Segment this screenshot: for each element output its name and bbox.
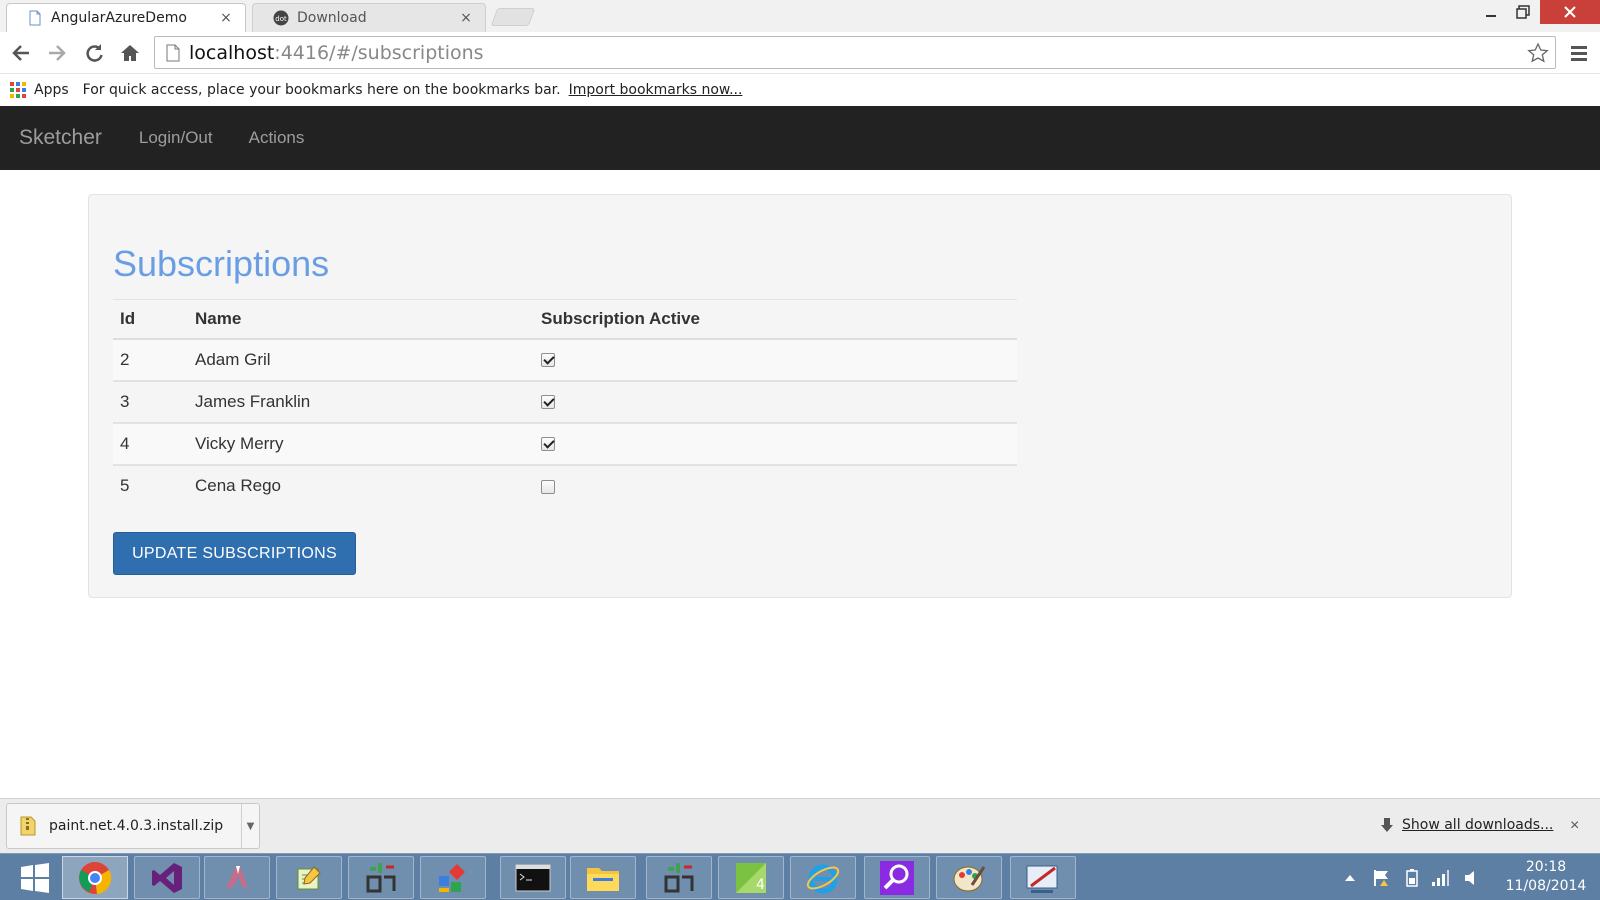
zip-file-icon — [20, 816, 36, 836]
action-center-flag-icon[interactable] — [1372, 854, 1392, 900]
download-menu-chevron-icon[interactable]: ▼ — [241, 804, 259, 848]
header-id: Id — [113, 299, 188, 340]
reload-icon[interactable] — [82, 41, 106, 65]
table-header-row: Id Name Subscription Active — [113, 299, 1017, 340]
app-navbar: Sketcher Login/Out Actions — [0, 106, 1600, 170]
visual-studio-icon[interactable] — [134, 856, 200, 899]
tool-icon[interactable] — [348, 856, 414, 899]
show-all-downloads-link[interactable]: Show all downloads... — [1402, 817, 1553, 833]
download-item[interactable]: paint.net.4.0.3.install.zip ▼ — [6, 803, 260, 849]
nav-actions[interactable]: Actions — [249, 128, 305, 148]
battery-icon[interactable] — [1402, 854, 1422, 900]
star-icon[interactable] — [1527, 42, 1549, 64]
address-path: :4416/#/subscriptions — [274, 41, 484, 64]
chrome-icon[interactable] — [62, 856, 128, 899]
subscription-checkbox[interactable] — [541, 479, 555, 494]
cell-name: Vicky Merry — [188, 422, 534, 466]
cell-name: Adam Gril — [188, 338, 534, 382]
notepad-icon[interactable] — [276, 856, 342, 899]
import-bookmarks-link[interactable]: Import bookmarks now... — [569, 82, 743, 98]
cell-name: James Franklin — [188, 380, 534, 424]
volume-icon[interactable] — [1462, 854, 1482, 900]
search-tool-icon[interactable] — [864, 856, 930, 899]
header-subscription-active: Subscription Active — [534, 299, 1017, 340]
restore-icon[interactable] — [1508, 0, 1538, 24]
page-icon — [166, 44, 180, 62]
download-shelf: paint.net.4.0.3.install.zip ▼ Show all d… — [0, 798, 1600, 853]
cell-id: 3 — [113, 380, 188, 424]
shelf-close-icon[interactable]: × — [1570, 817, 1579, 835]
tab-download[interactable]: dot Download × — [252, 3, 486, 32]
tab-title: AngularAzureDemo — [51, 10, 187, 26]
subscription-checkbox[interactable] — [541, 437, 555, 452]
bookmarks-bar: Apps For quick access, place your bookma… — [0, 74, 1600, 106]
cell-id: 2 — [113, 338, 188, 382]
office-icon[interactable] — [420, 856, 486, 899]
windows-taskbar: 4 20:18 11/08/2014 — [0, 853, 1600, 900]
home-icon[interactable] — [118, 41, 142, 65]
app4-icon[interactable]: 4 — [718, 856, 784, 899]
cell-id: 5 — [113, 464, 188, 507]
download-arrow-icon — [1381, 818, 1393, 832]
brand-link[interactable]: Sketcher — [19, 126, 102, 150]
browser-toolbar: localhost:4416/#/subscriptions — [0, 32, 1600, 74]
tab-close-icon[interactable]: × — [459, 10, 473, 26]
apps-link[interactable]: Apps — [34, 82, 69, 98]
new-tab-button[interactable] — [490, 8, 536, 26]
browser-tab-strip: AngularAzureDemo × dot Download × — [0, 0, 1600, 32]
table-row: 3 James Franklin — [113, 380, 1017, 424]
system-clock[interactable]: 20:18 11/08/2014 — [1496, 858, 1596, 896]
svg-text:dot: dot — [275, 15, 287, 23]
subscriptions-table: Id Name Subscription Active 2 Adam Gril … — [113, 299, 1017, 507]
screen: AngularAzureDemo × dot Download × localh… — [0, 0, 1600, 900]
snipping-tool-icon[interactable] — [1010, 856, 1076, 899]
cell-name: Cena Rego — [188, 464, 534, 507]
site-favicon-icon: dot — [273, 10, 289, 26]
paint-icon[interactable] — [936, 856, 1002, 899]
window-close-icon[interactable] — [1540, 0, 1600, 24]
start-icon[interactable] — [2, 856, 68, 899]
table-row: 5 Cena Rego — [113, 464, 1017, 507]
update-subscriptions-button[interactable]: UPDATE SUBSCRIPTIONS — [113, 532, 356, 575]
terminal-icon[interactable] — [500, 856, 566, 899]
menu-icon[interactable] — [1570, 44, 1588, 67]
clock-date: 11/08/2014 — [1505, 878, 1587, 894]
apps-icon[interactable] — [10, 82, 26, 98]
svg-text:4: 4 — [756, 877, 765, 893]
page-title: Subscriptions — [113, 243, 330, 284]
tray-show-hidden-icon[interactable] — [1344, 854, 1356, 900]
internet-explorer-icon[interactable] — [790, 856, 856, 899]
nav-login-out[interactable]: Login/Out — [139, 128, 213, 148]
download-filename: paint.net.4.0.3.install.zip — [49, 818, 224, 834]
subscriptions-panel: Subscriptions Id Name Subscription Activ… — [88, 194, 1512, 598]
minimize-icon[interactable] — [1476, 0, 1506, 24]
header-name: Name — [188, 299, 534, 340]
page-favicon-icon — [29, 10, 41, 26]
address-host: localhost — [189, 41, 275, 64]
subscription-checkbox[interactable] — [541, 395, 555, 410]
table-row: 2 Adam Gril — [113, 338, 1017, 382]
app-icon[interactable] — [204, 856, 270, 899]
bookmarks-hint: For quick access, place your bookmarks h… — [82, 82, 561, 98]
tool2-icon[interactable] — [646, 856, 712, 899]
file-explorer-icon[interactable] — [570, 856, 636, 899]
network-signal-icon[interactable] — [1430, 854, 1450, 900]
tab-close-icon[interactable]: × — [219, 10, 233, 26]
forward-icon[interactable] — [45, 41, 69, 65]
table-row: 4 Vicky Merry — [113, 422, 1017, 466]
show-all-downloads: Show all downloads... — [1380, 817, 1553, 833]
tab-angularazuredemo[interactable]: AngularAzureDemo × — [6, 3, 246, 32]
clock-time: 20:18 — [1525, 859, 1567, 875]
tab-title: Download — [297, 10, 367, 26]
cell-id: 4 — [113, 422, 188, 466]
back-icon[interactable] — [9, 41, 33, 65]
address-bar[interactable]: localhost:4416/#/subscriptions — [154, 36, 1556, 69]
subscription-checkbox[interactable] — [541, 353, 555, 368]
